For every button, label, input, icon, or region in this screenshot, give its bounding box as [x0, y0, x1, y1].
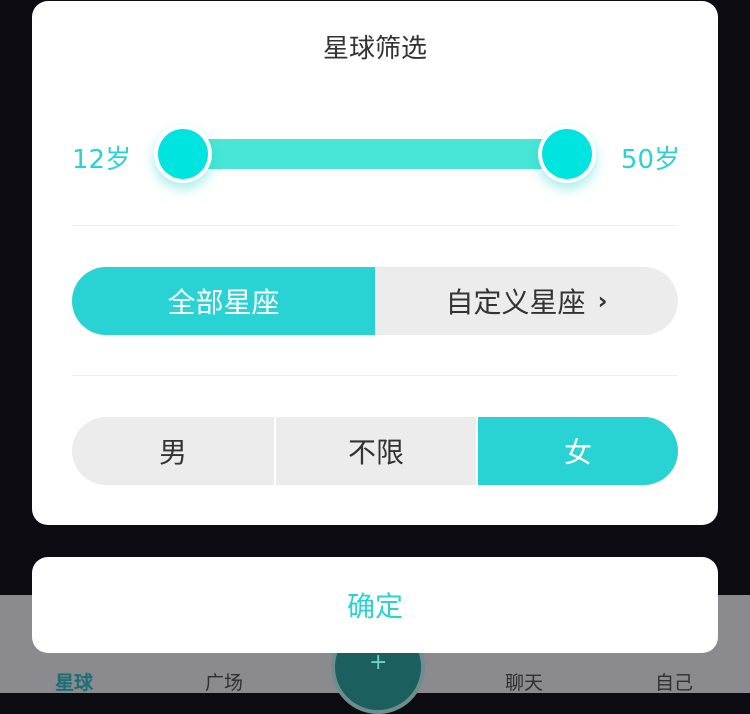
filter-dialog: 星球筛选 12岁 50岁 全部星座 自定义星座 › 男 不限 女: [32, 1, 718, 525]
gender-female-button[interactable]: 女: [478, 417, 678, 485]
gender-segmented-control: 男 不限 女: [72, 417, 678, 485]
dialog-title: 星球筛选: [322, 34, 427, 64]
divider: [72, 225, 678, 226]
all-zodiac-button[interactable]: 全部星座: [72, 267, 375, 335]
plus-icon: +: [369, 650, 388, 675]
tab-square[interactable]: 广场: [205, 668, 243, 695]
chevron-right-icon: ›: [597, 287, 608, 315]
gender-female-label: 女: [563, 436, 592, 469]
gender-any-label: 不限: [347, 436, 404, 469]
age-max-handle[interactable]: [538, 125, 596, 183]
gender-male-button[interactable]: 男: [72, 417, 274, 485]
tab-planet[interactable]: 星球: [55, 668, 93, 695]
tab-chat[interactable]: 聊天: [505, 668, 543, 695]
gender-male-label: 男: [158, 436, 187, 469]
confirm-label: 确定: [346, 590, 403, 623]
tab-me[interactable]: 自己: [655, 668, 693, 695]
age-min-label: 12岁: [72, 145, 132, 175]
zodiac-segmented-control: 全部星座 自定义星座 ›: [72, 267, 678, 335]
age-min-handle[interactable]: [154, 125, 212, 183]
all-zodiac-label: 全部星座: [167, 286, 280, 319]
divider: [72, 375, 678, 376]
custom-zodiac-button[interactable]: 自定义星座 ›: [375, 267, 678, 335]
age-range-track[interactable]: [182, 139, 566, 169]
custom-zodiac-label: 自定义星座: [445, 286, 586, 319]
confirm-button[interactable]: 确定: [32, 557, 718, 653]
gender-any-button[interactable]: 不限: [276, 417, 476, 485]
age-max-label: 50岁: [620, 145, 680, 175]
